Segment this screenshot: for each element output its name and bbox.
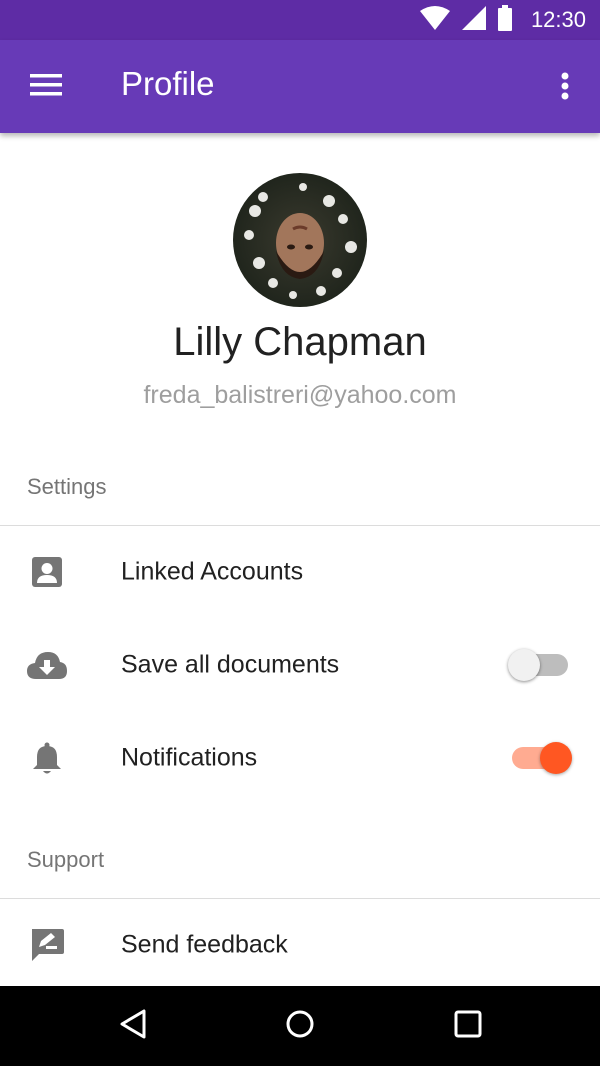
wifi-icon (419, 5, 451, 36)
profile-name: Lilly Chapman (173, 320, 427, 364)
bell-icon (26, 737, 68, 779)
save-documents-label: Save all documents (121, 650, 340, 679)
save-documents-item[interactable]: Save all documents (0, 619, 600, 711)
notifications-label: Notifications (121, 743, 258, 772)
signal-icon (461, 5, 487, 36)
toggle-thumb (508, 649, 540, 681)
notifications-toggle[interactable] (508, 740, 572, 776)
more-options-button[interactable] (552, 68, 578, 108)
linked-accounts-item[interactable]: Linked Accounts (0, 526, 600, 618)
support-header: Support (27, 847, 105, 872)
navigation-bar (0, 986, 600, 1066)
more-vert-icon (561, 72, 569, 105)
back-button[interactable] (113, 1006, 153, 1046)
settings-header: Settings (27, 474, 107, 499)
save-documents-toggle[interactable] (508, 647, 570, 683)
toggle-thumb (540, 742, 572, 774)
send-feedback-item[interactable]: Send feedback (0, 899, 600, 991)
status-bar: 12:30 (0, 0, 600, 40)
recents-icon (454, 1010, 482, 1043)
cloud-download-icon (26, 644, 68, 686)
feedback-icon (26, 924, 68, 966)
notifications-item[interactable]: Notifications (0, 712, 600, 804)
avatar[interactable] (233, 173, 367, 307)
home-button[interactable] (280, 1006, 320, 1046)
status-icons: 12:30 (419, 0, 586, 40)
linked-accounts-label: Linked Accounts (121, 557, 304, 586)
menu-icon (30, 73, 62, 101)
status-time: 12:30 (530, 7, 586, 32)
back-icon (118, 1008, 148, 1045)
send-feedback-label: Send feedback (121, 930, 288, 959)
page-title: Profile (121, 65, 215, 102)
profile-email: freda_balistreri@yahoo.com (143, 381, 457, 409)
avatar-photo (233, 173, 367, 307)
account-box-icon (26, 551, 68, 593)
menu-button[interactable] (28, 70, 64, 104)
battery-icon (497, 4, 513, 36)
home-icon (285, 1009, 315, 1044)
app-bar: Profile (0, 40, 600, 133)
recents-button[interactable] (448, 1006, 488, 1046)
